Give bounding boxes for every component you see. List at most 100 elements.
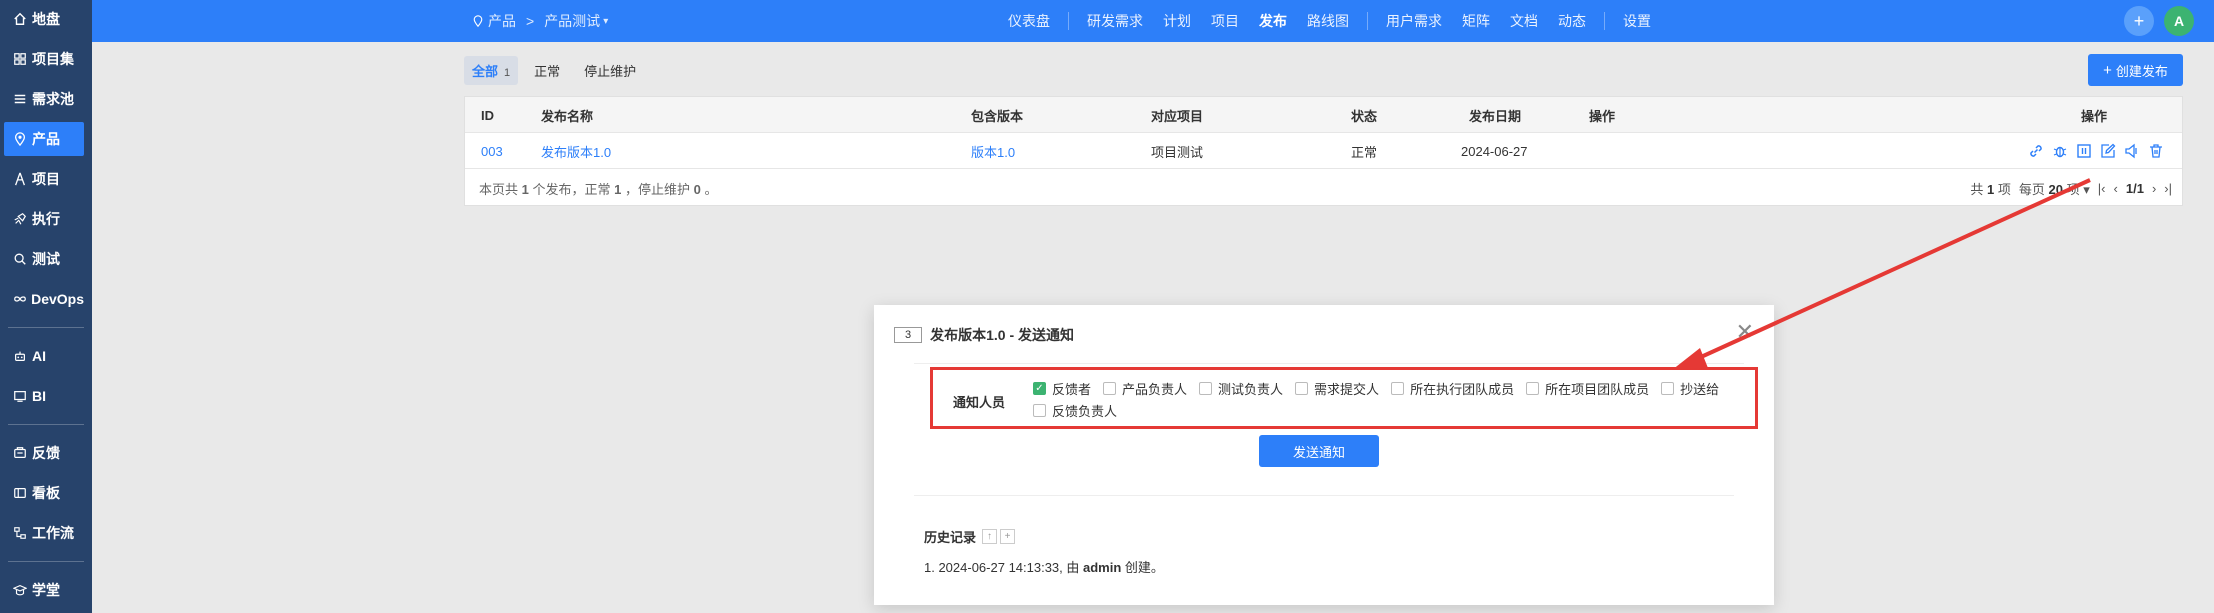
sidebar-item-project[interactable]: 项目	[4, 162, 84, 196]
sort-up-icon[interactable]: ↑	[982, 529, 998, 544]
sidebar-divider	[8, 424, 84, 425]
table-header: ID 发布名称 包含版本 对应项目 状态 发布日期 操作 操作	[465, 97, 2182, 133]
sidebar-item-bi[interactable]: BI	[4, 379, 84, 413]
table-summary: 本页共 1 个发布，正常 1 ，停止维护 0 。	[479, 179, 718, 198]
create-release-button[interactable]: + 创建发布	[2088, 54, 2183, 86]
bug-icon[interactable]	[2050, 141, 2070, 161]
feedback-icon	[12, 445, 28, 461]
checkbox-box[interactable]	[1033, 403, 1046, 417]
nav-settings[interactable]: 设置	[1613, 11, 1661, 31]
checkbox-box[interactable]	[1526, 381, 1540, 395]
sidebar-item-label: 工作流	[32, 525, 74, 541]
checkbox-box[interactable]	[1199, 381, 1213, 395]
grid-icon	[12, 51, 28, 67]
option-label: 所在项目团队成员	[1545, 381, 1650, 397]
infinity-icon	[12, 291, 27, 307]
filter-normal[interactable]: 正常	[526, 56, 568, 85]
header-project[interactable]: 对应项目	[1151, 97, 1203, 133]
summary-mid1: 个发布，正常	[532, 181, 611, 197]
trash-icon[interactable]	[2146, 141, 2166, 161]
nav-plan[interactable]: 计划	[1153, 11, 1201, 31]
avatar[interactable]: A	[2164, 6, 2194, 36]
nav-dynamic[interactable]: 动态	[1548, 11, 1596, 31]
sidebar-item-feedback[interactable]: 反馈	[4, 436, 84, 470]
header-build[interactable]: 包含版本	[971, 97, 1023, 133]
history-entry-user: admin	[1083, 560, 1122, 575]
checkbox-checked-icon[interactable]: ✓	[1033, 381, 1046, 395]
header-date[interactable]: 发布日期	[1469, 97, 1521, 133]
pause-icon[interactable]	[2074, 141, 2094, 161]
filter-stopped[interactable]: 停止维护	[576, 56, 644, 85]
sidebar-item-label: 需求池	[32, 91, 74, 107]
nav-doc[interactable]: 文档	[1500, 11, 1548, 31]
header-name[interactable]: 发布名称	[541, 97, 593, 133]
sidebar-item-ai[interactable]: AI	[4, 339, 84, 373]
pager-per-page[interactable]: 每页 20 项 ▾	[2019, 179, 2090, 198]
filter-all[interactable]: 全部 1	[464, 56, 519, 85]
row-name-link[interactable]: 发布版本1.0	[541, 133, 611, 169]
row-date: 2024-06-27	[1461, 143, 1528, 159]
checkbox-box[interactable]	[1391, 381, 1405, 395]
pager-total: 共 1 项	[1970, 179, 2011, 198]
row-build-link[interactable]: 版本1.0	[971, 133, 1015, 169]
sidebar-item-label: 项目集	[32, 51, 74, 67]
checkbox-feedback-owner[interactable]: 反馈负责人	[1033, 402, 1117, 419]
nav-user-story[interactable]: 用户需求	[1376, 11, 1452, 31]
nav-matrix[interactable]: 矩阵	[1452, 11, 1500, 31]
row-id[interactable]: 003	[481, 133, 503, 169]
quick-add-button[interactable]: +	[2124, 6, 2154, 36]
notify-icon[interactable]	[2122, 141, 2142, 161]
checkbox-project-team[interactable]: 所在项目团队成员	[1526, 380, 1650, 397]
nav-story[interactable]: 研发需求	[1077, 11, 1153, 31]
checkbox-story-submitter[interactable]: 需求提交人	[1295, 380, 1379, 397]
checkbox-qa-owner[interactable]: 测试负责人	[1199, 380, 1283, 397]
sidebar-item-program[interactable]: 项目集	[4, 42, 84, 76]
sidebar-item-product[interactable]: 产品	[4, 122, 84, 156]
checkbox-box[interactable]	[1661, 381, 1675, 395]
nav-dashboard[interactable]: 仪表盘	[998, 11, 1060, 31]
sidebar-item-label: 地盘	[32, 11, 60, 27]
summary-mid2: ，停止维护	[625, 181, 691, 197]
sidebar-item-devops[interactable]: DevOps	[4, 282, 84, 316]
header-status[interactable]: 状态	[1351, 97, 1377, 133]
chevron-down-icon[interactable]: ▾	[603, 16, 608, 27]
next-page-icon[interactable]: ›	[2152, 181, 2156, 196]
header-id[interactable]: ID	[481, 97, 494, 133]
breadcrumb-root[interactable]: 产品	[488, 11, 516, 31]
search-bug-icon	[12, 251, 28, 267]
sidebar-item-demand-pool[interactable]: 需求池	[4, 82, 84, 116]
close-icon[interactable]: ✕	[1736, 319, 1754, 345]
last-page-icon[interactable]: ›|	[2164, 181, 2172, 196]
prev-page-icon[interactable]: ‹	[2114, 181, 2118, 196]
first-page-icon[interactable]: |‹	[2098, 181, 2106, 196]
send-notification-button[interactable]: 发送通知	[1259, 435, 1379, 467]
dialog-title: 发布版本1.0 - 发送通知	[930, 327, 1075, 343]
nav-release[interactable]: 发布	[1249, 11, 1297, 31]
sidebar-item-home[interactable]: 地盘	[4, 2, 84, 36]
pager-per-value: 20	[2048, 181, 2063, 197]
checkbox-box[interactable]	[1295, 381, 1309, 395]
release-table: ID 发布名称 包含版本 对应项目 状态 发布日期 操作 操作 003 发布版本…	[464, 96, 2183, 206]
checkbox-product-owner[interactable]: 产品负责人	[1103, 380, 1188, 397]
edit-icon[interactable]	[2098, 141, 2118, 161]
link-icon[interactable]	[2026, 141, 2046, 161]
sidebar-item-workflow[interactable]: 工作流	[4, 516, 84, 550]
sidebar-item-label: BI	[32, 388, 46, 404]
option-label: 产品负责人	[1122, 381, 1188, 397]
sidebar-item-execution[interactable]: 执行	[4, 202, 84, 236]
checkbox-box[interactable]	[1103, 381, 1117, 395]
nav-roadmap[interactable]: 路线图	[1297, 11, 1359, 31]
checkbox-feedback-submitter[interactable]: ✓ 反馈者	[1033, 380, 1091, 397]
sidebar-item-test[interactable]: 测试	[4, 242, 84, 276]
header-action: 操作	[1589, 108, 1616, 124]
breadcrumb-current-product[interactable]: 产品测试	[544, 11, 600, 31]
checkbox-execution-team[interactable]: 所在执行团队成员	[1391, 380, 1515, 397]
sidebar-item-kanban[interactable]: 看板	[4, 476, 84, 510]
expand-plus-icon[interactable]: +	[1000, 529, 1016, 544]
checkbox-cc[interactable]: 抄送给	[1661, 380, 1719, 397]
summary-stopped: 0	[693, 181, 701, 197]
option-label: 所在执行团队成员	[1410, 381, 1515, 397]
sidebar-item-academy[interactable]: 学堂	[4, 573, 84, 607]
nav-project[interactable]: 项目	[1201, 11, 1249, 31]
nav-separator	[1604, 12, 1605, 30]
